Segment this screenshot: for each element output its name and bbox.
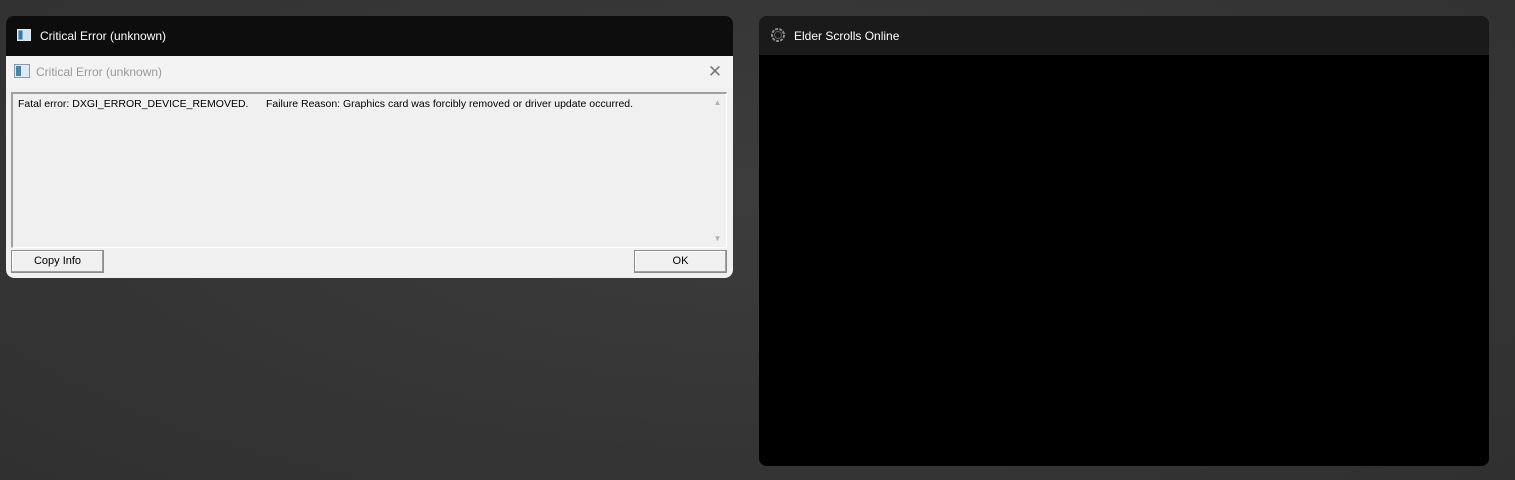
app-window-icon (17, 29, 31, 44)
window-card-header[interactable]: Elder Scrolls Online (759, 16, 1489, 55)
dialog-titlebar[interactable]: Critical Error (unknown) ✕ (6, 56, 733, 88)
error-message-text: Fatal error: DXGI_ERROR_DEVICE_REMOVED. … (18, 98, 634, 110)
vertical-scrollbar[interactable]: ▲ ▼ (710, 95, 725, 246)
dialog-app-icon (14, 64, 30, 83)
task-view-desktop: Critical Error (unknown) Critical Error … (0, 0, 1515, 480)
error-message-textbox[interactable]: Fatal error: DXGI_ERROR_DEVICE_REMOVED. … (11, 92, 727, 248)
scroll-down-icon[interactable]: ▼ (710, 231, 725, 246)
window-card-elder-scrolls-online[interactable]: Elder Scrolls Online (759, 16, 1489, 466)
ok-button[interactable]: OK (634, 250, 727, 273)
scroll-up-icon[interactable]: ▲ (710, 95, 725, 110)
copy-info-button[interactable]: Copy Info (11, 250, 104, 273)
close-icon[interactable]: ✕ (705, 62, 725, 82)
eso-ring-icon (770, 27, 786, 46)
dialog-title: Critical Error (unknown) (36, 65, 163, 79)
window-card-title: Elder Scrolls Online (794, 29, 900, 43)
window-card-critical-error[interactable]: Critical Error (unknown) Critical Error … (6, 16, 733, 278)
critical-error-dialog: Critical Error (unknown) ✕ Fatal error: … (6, 56, 733, 278)
window-card-header[interactable]: Critical Error (unknown) (6, 16, 733, 56)
window-card-title: Critical Error (unknown) (40, 29, 167, 43)
game-viewport[interactable] (759, 55, 1489, 466)
